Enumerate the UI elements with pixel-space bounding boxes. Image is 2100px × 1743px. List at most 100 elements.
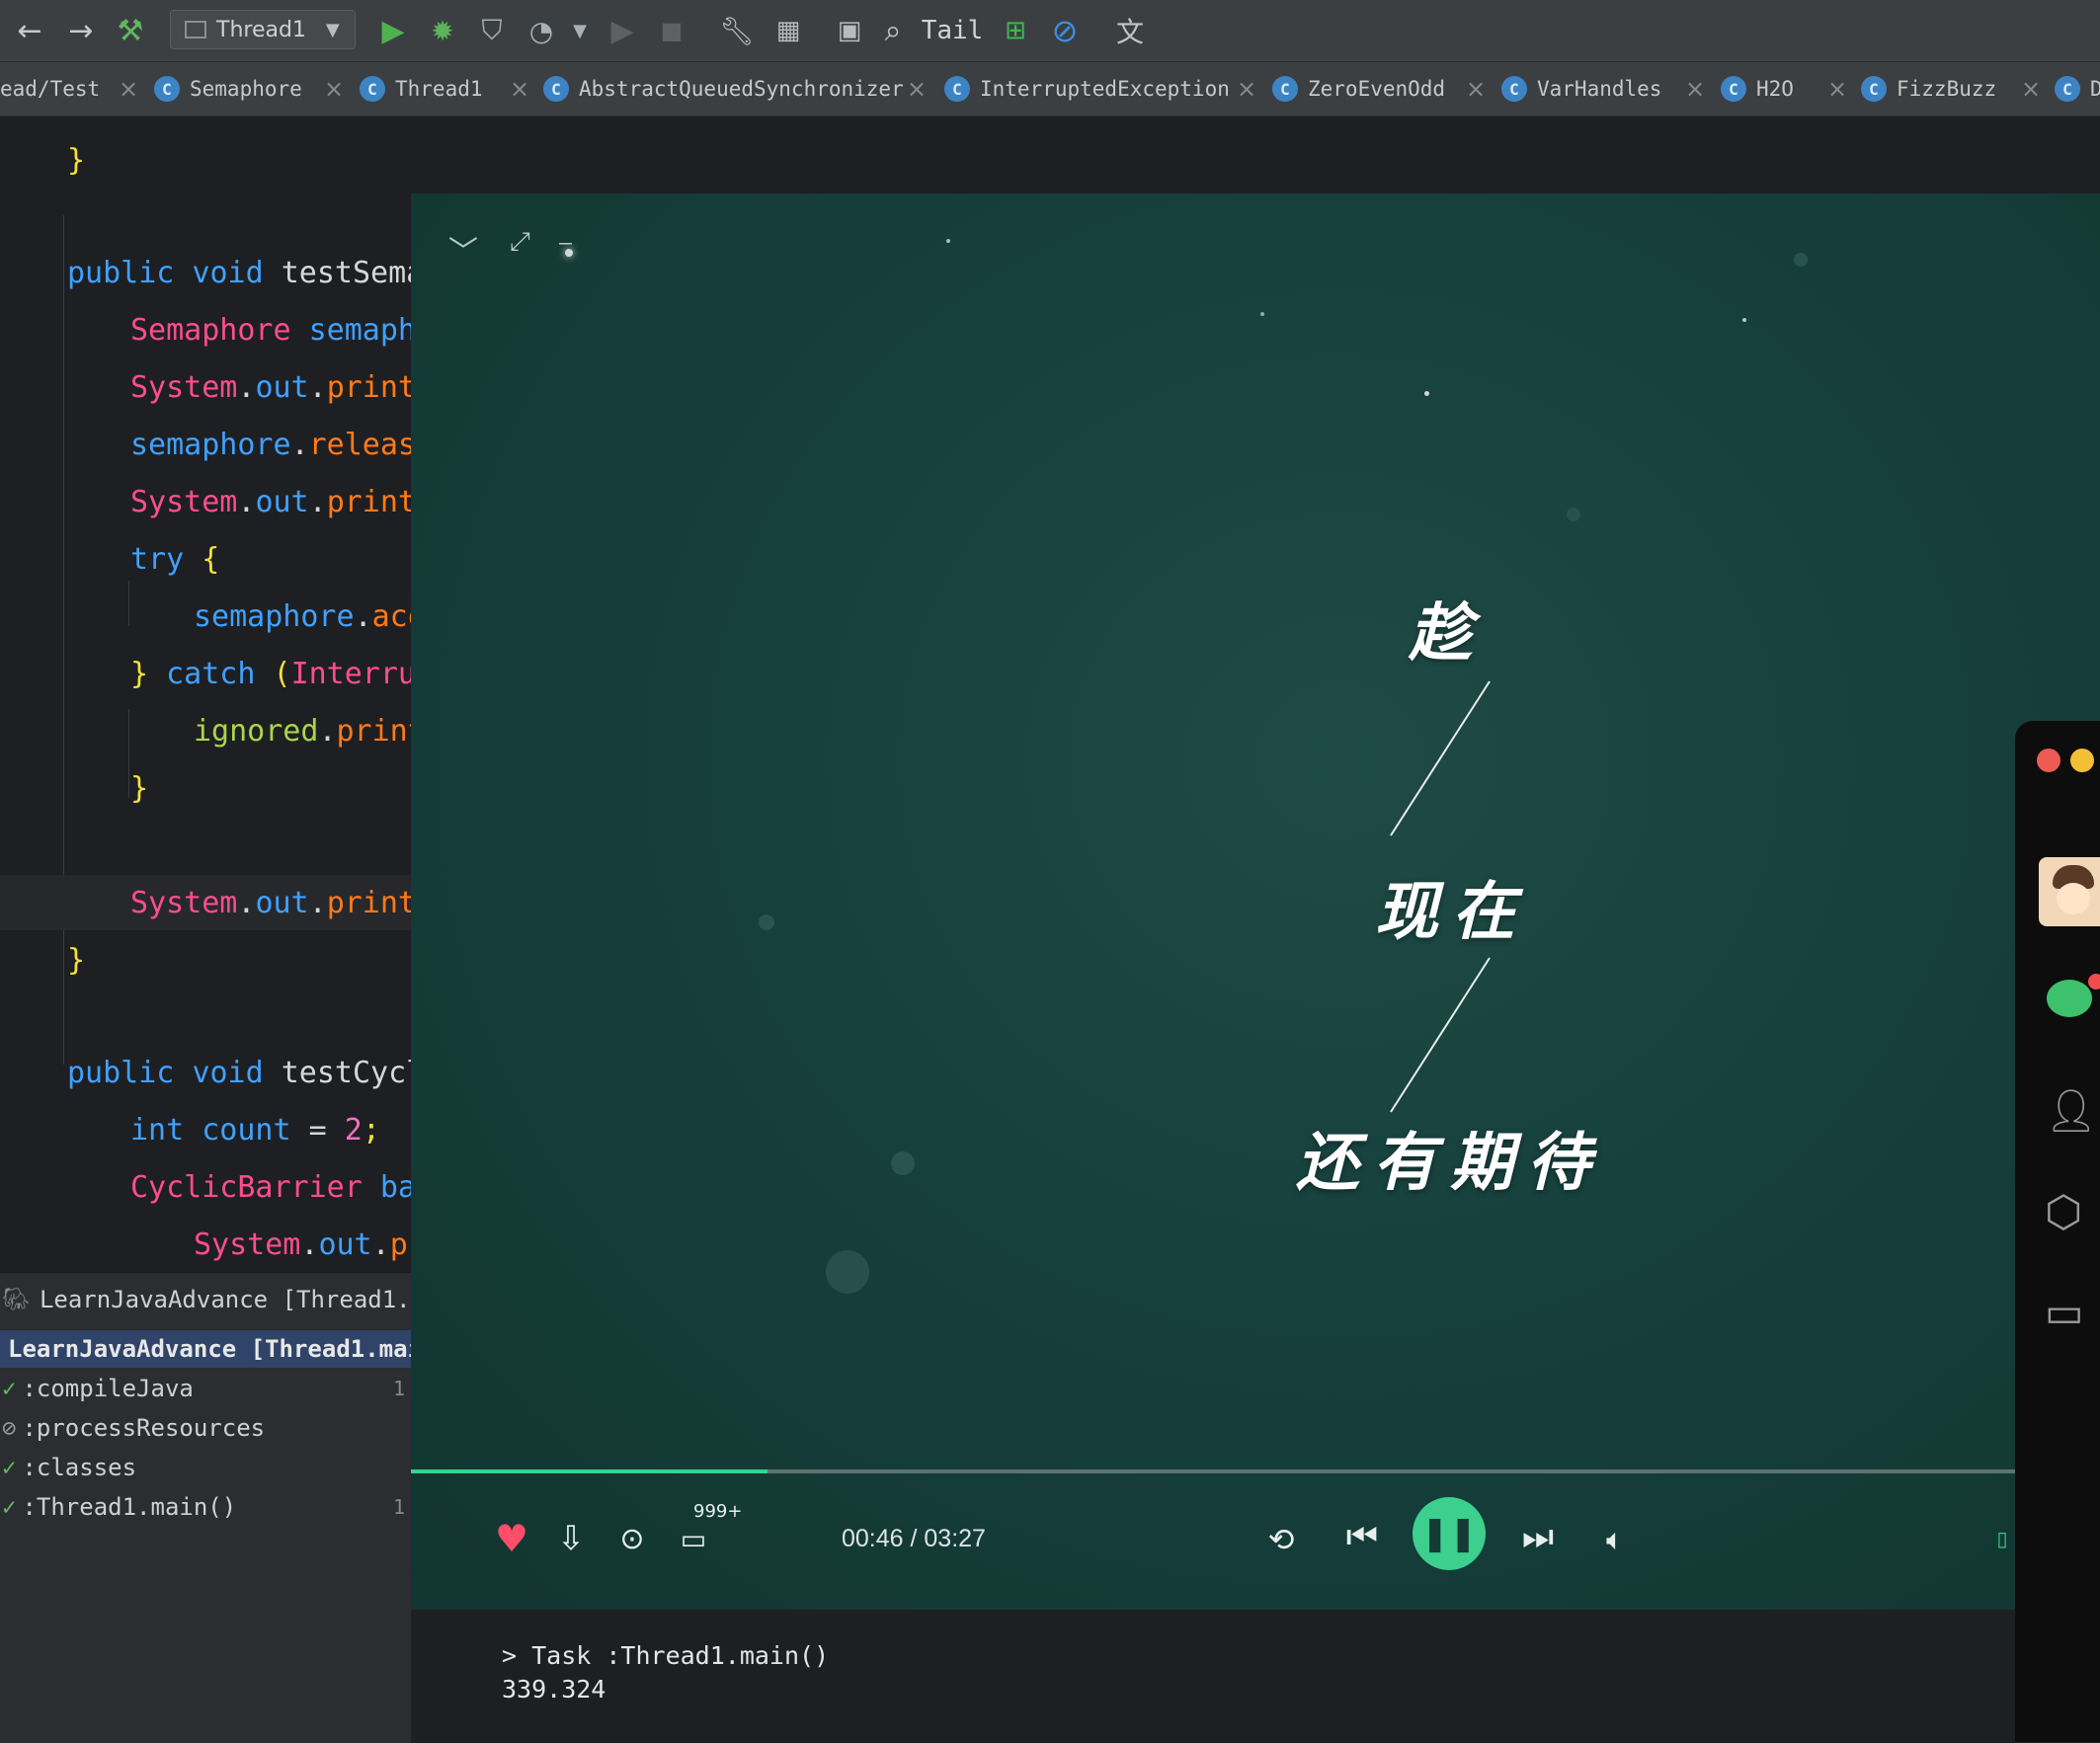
ide-toolbar: ← → ⚒ Thread1 ▼ ▶ ✹ ⛉ ◔ ▼ ▶ ■ 🔧︎ ▦ ▣ ⌕ T…: [0, 0, 2100, 62]
code-line: System.out.printlr: [130, 370, 411, 405]
more-options-icon[interactable]: ⊙: [610, 1517, 654, 1560]
player-control-bar: ♥ ⇩ ⊙ ▭ 999+ 00:46 / 03:27 ⟲ ⏮ ❚❚ ⏭ 🔈︎ ▯: [411, 1471, 2015, 1610]
tab-close-icon[interactable]: ×: [1466, 62, 1495, 116]
folder-icon[interactable]: ▭: [2045, 1288, 2084, 1336]
tab-close-icon[interactable]: ×: [1237, 62, 1266, 116]
wrench-icon[interactable]: 🔧︎: [717, 10, 757, 51]
tab-label: D: [2090, 77, 2100, 101]
build-task-label: :processResources: [22, 1414, 266, 1442]
contacts-icon[interactable]: 👤︎: [2045, 1086, 2097, 1136]
code-line: } catch (Interrupt: [130, 657, 411, 691]
tab-close-icon[interactable]: ×: [1685, 62, 1715, 116]
dust-speck: [1794, 253, 1808, 267]
check-icon: ✓: [2, 1454, 17, 1481]
monitor-icon[interactable]: ⊞: [996, 10, 1035, 51]
code-line: System.out.printlr: [130, 485, 411, 519]
run-icon[interactable]: ▶: [373, 10, 413, 51]
tab-thread1[interactable]: C Thread1: [360, 62, 483, 116]
translate-icon[interactable]: 文: [1110, 10, 1150, 51]
profile-icon[interactable]: ◔: [522, 10, 561, 51]
previous-track-icon[interactable]: ⏮: [1337, 1513, 1387, 1562]
chat-bubble-icon[interactable]: [2047, 980, 2092, 1017]
volume-icon[interactable]: 🔈︎: [1592, 1517, 1638, 1562]
run-console[interactable]: > Task :Thread1.main() 339.324: [480, 1612, 2011, 1742]
back-arrow-icon[interactable]: ←: [10, 10, 49, 51]
class-icon: C: [154, 76, 180, 102]
build-task-row[interactable]: ✓ :Thread1.main() 1: [0, 1488, 411, 1526]
build-task-row[interactable]: ✓ :classes: [0, 1449, 411, 1486]
lyric-line-3: 还有期待: [1296, 1127, 1604, 1200]
collapse-chevron-icon[interactable]: ﹀: [448, 227, 478, 271]
tab-close-icon[interactable]: ×: [510, 62, 539, 116]
tab-abstractqueuedsynchronizer[interactable]: C AbstractQueuedSynchronizer: [543, 62, 904, 116]
terminal-icon[interactable]: ▣: [830, 10, 869, 51]
code-line: }: [67, 143, 86, 178]
tab-zeroevenodd[interactable]: C ZeroEvenOdd: [1272, 62, 1445, 116]
heart-like-icon[interactable]: ♥: [490, 1517, 533, 1560]
build-task-row[interactable]: ⊘ :processResources: [0, 1409, 411, 1447]
coverage-icon[interactable]: ⛉: [472, 10, 512, 51]
project-structure-icon[interactable]: ▦: [768, 10, 808, 51]
code-editor[interactable]: } public void testSemaph Semaphore semap…: [0, 117, 411, 1272]
tab-label: VarHandles: [1537, 77, 1662, 101]
chat-app-sidebar: 👤︎ ⬡ ▭: [2015, 721, 2100, 1742]
tab-close-icon[interactable]: ×: [1827, 62, 1857, 116]
tab-label: InterruptedException: [980, 77, 1230, 101]
minimize-icon[interactable]: ⎯: [559, 227, 572, 258]
avatar[interactable]: [2039, 857, 2100, 926]
tab-label: Thread1: [395, 77, 483, 101]
code-line: public void testCyclic: [67, 1056, 411, 1090]
unread-badge: [2088, 974, 2100, 990]
fullscreen-icon[interactable]: ⤢: [510, 227, 530, 258]
debug-bug-icon[interactable]: ✹: [423, 10, 462, 51]
tab-close-icon[interactable]: ×: [119, 62, 148, 116]
tab-interruptedexception[interactable]: C InterruptedException: [944, 62, 1230, 116]
build-tree-root[interactable]: LearnJavaAdvance [Thread1.mai 5: [0, 1330, 411, 1368]
skipped-icon: ⊘: [2, 1414, 17, 1442]
comment-icon[interactable]: ▭: [672, 1517, 715, 1560]
class-icon: C: [1272, 76, 1298, 102]
dust-speck: [946, 239, 950, 243]
code-line: public void testSemaph: [67, 256, 411, 290]
tab-label: Semaphore: [190, 77, 302, 101]
tab-varhandles[interactable]: C VarHandles: [1501, 62, 1661, 116]
tail-button[interactable]: Tail: [922, 10, 984, 51]
dust-speck: [1424, 391, 1429, 396]
build-task-row[interactable]: ✓ :compileJava 1: [0, 1370, 411, 1407]
tab-h2o[interactable]: C H2O: [1721, 62, 1794, 116]
code-line: semaphore.acqu: [194, 599, 411, 634]
code-line: try {: [130, 542, 220, 577]
code-line: Semaphore semaphor: [130, 313, 411, 348]
search-icon[interactable]: ⌕: [873, 10, 913, 51]
disable-icon[interactable]: ⊘: [1045, 10, 1085, 51]
build-task-label: :Thread1.main(): [22, 1493, 237, 1521]
tab-test[interactable]: ead/Test: [0, 62, 100, 116]
build-hammer-icon[interactable]: ⚒: [111, 10, 150, 51]
chevron-down-icon[interactable]: ▼: [565, 10, 595, 51]
tab-close-icon[interactable]: ×: [2021, 62, 2051, 116]
cube-icon[interactable]: ⬡: [2045, 1187, 2082, 1237]
download-icon[interactable]: ⇩: [549, 1517, 593, 1560]
elephant-icon: 🐘︎: [2, 1287, 30, 1312]
lyrics-toggle-icon[interactable]: ▯: [1991, 1519, 2013, 1558]
code-line: }: [130, 771, 149, 806]
loop-icon[interactable]: ⟲: [1258, 1517, 1304, 1562]
tab-semaphore[interactable]: C Semaphore: [154, 62, 302, 116]
run-configuration-select[interactable]: Thread1 ▼: [170, 10, 356, 49]
forward-arrow-icon[interactable]: →: [61, 10, 101, 51]
tab-close-icon[interactable]: ×: [324, 62, 354, 116]
console-line: 339.324: [502, 1675, 606, 1703]
tab-fizzbuzz[interactable]: C FizzBuzz: [1861, 62, 1996, 116]
playback-time: 00:46 / 03:27: [842, 1525, 986, 1552]
tab-close-icon[interactable]: ×: [907, 62, 936, 116]
run-disabled-icon: ▶: [610, 13, 634, 48]
pause-button[interactable]: ❚❚: [1413, 1497, 1486, 1570]
tab-d[interactable]: C D: [2055, 62, 2100, 116]
minimize-window-icon[interactable]: [2070, 749, 2094, 772]
build-tool-window: 🐘︎ LearnJavaAdvance [Thread1.mai LearnJa…: [0, 1272, 411, 1743]
build-root-label: LearnJavaAdvance [Thread1.mai: [8, 1335, 411, 1363]
close-window-icon[interactable]: [2037, 749, 2060, 772]
run-config-label: Thread1: [216, 17, 306, 42]
next-track-icon[interactable]: ⏭: [1513, 1513, 1563, 1562]
build-tab[interactable]: 🐘︎ LearnJavaAdvance [Thread1.mai: [0, 1281, 411, 1318]
